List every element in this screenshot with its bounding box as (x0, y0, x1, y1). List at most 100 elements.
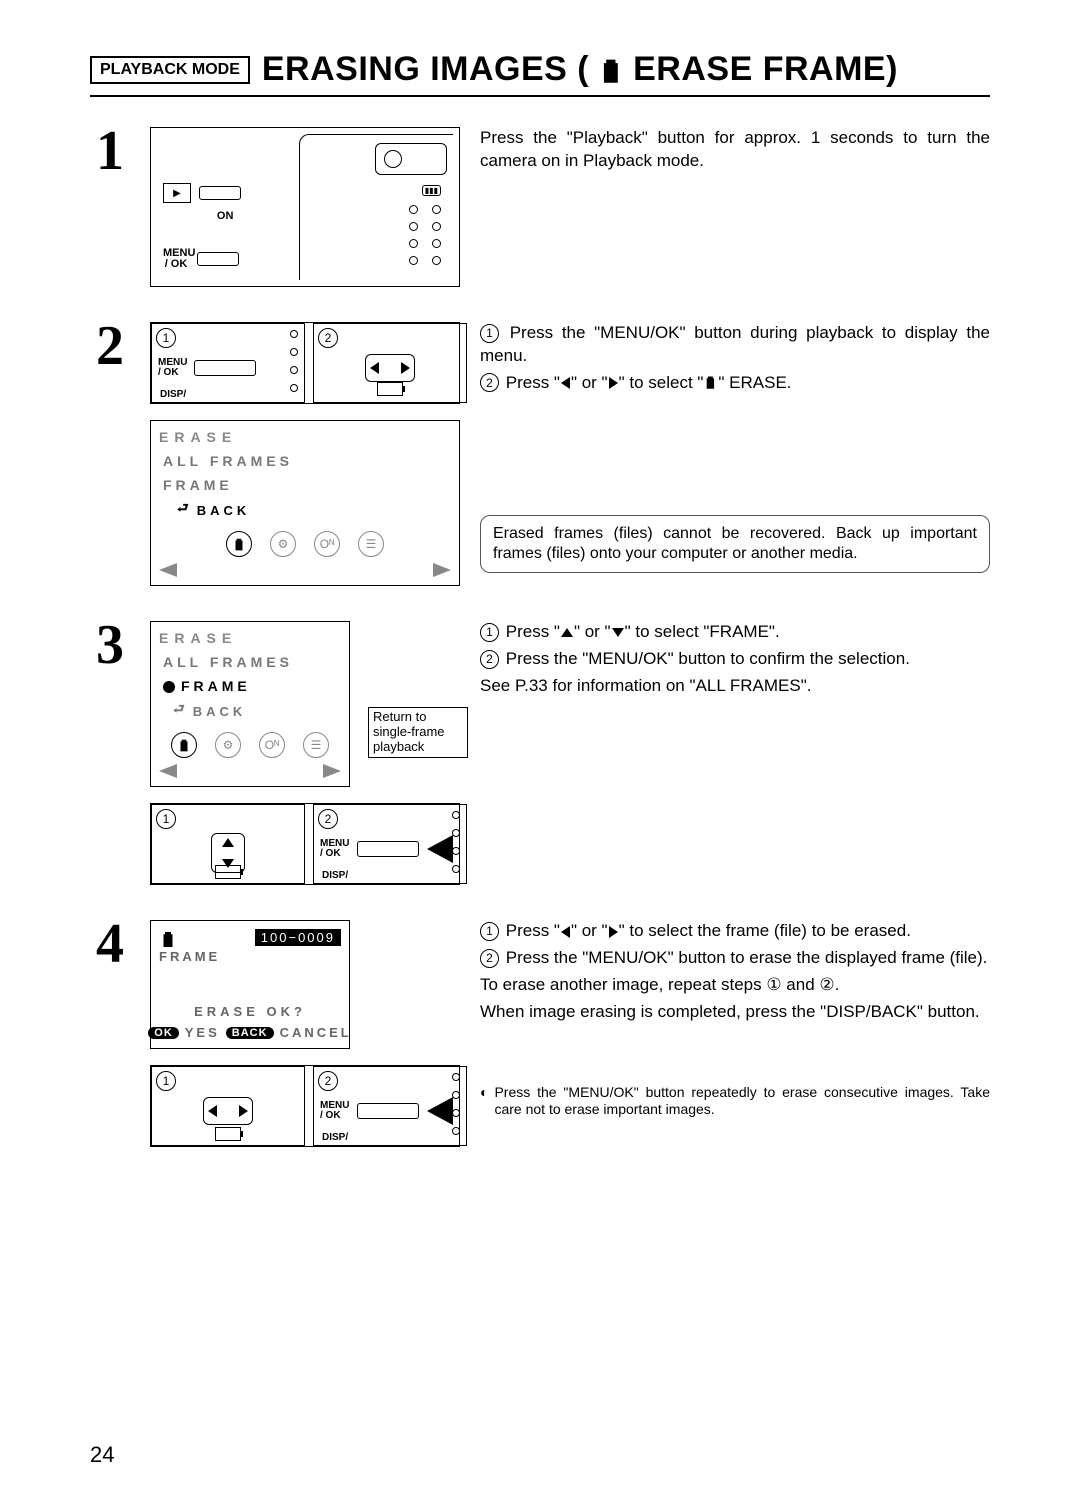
step4-line2: Press the "MENU/OK" button to erase the … (506, 948, 988, 967)
erase-confirm-screen: 100−0009 FRAME ERASE OK? OK YES BACK CAN… (150, 920, 350, 1049)
right-arrow-icon (609, 377, 618, 389)
title-bar: PLAYBACK MODE ERASING IMAGES ( ERASE FRA… (90, 50, 990, 97)
page-number: 24 (90, 1442, 114, 1468)
camera-top-diagram: ▶ ON MENU / OK (150, 127, 460, 287)
menu-option-frame: FRAME (163, 477, 451, 493)
ok-label: / OK (163, 259, 189, 270)
mode-badge: PLAYBACK MODE (90, 56, 250, 84)
step3-line2: Press the "MENU/OK" button to confirm th… (506, 649, 910, 668)
menu-option-back: ⮐ BACK (173, 499, 250, 521)
menu-icon: ☰ (303, 732, 329, 758)
step-1: 1 ▶ ON MENU / OK (90, 127, 990, 287)
file-number: 100−0009 (255, 929, 341, 946)
footnote: ◐ Press the "MENU/OK" button repeatedly … (480, 1084, 990, 1119)
manual-page: PLAYBACK MODE ERASING IMAGES ( ERASE FRA… (0, 0, 1080, 1508)
title-text-b: ERASE FRAME) (633, 50, 898, 89)
step4-line3: To erase another image, repeat steps ① a… (480, 974, 990, 997)
menu-title: ERASE (159, 429, 451, 445)
num-1-icon: 1 (480, 324, 499, 343)
menu-title: ERASE (159, 630, 341, 646)
trash-icon (597, 55, 625, 85)
step-4: 4 100−0009 FRAME ERASE OK? OK YES BACK (90, 920, 990, 1147)
menu-option-frame-selected: FRAME (163, 678, 341, 694)
menu-icon: ⚙ (215, 732, 241, 758)
ok-pill: OK (148, 1027, 179, 1039)
step-number: 3 (90, 617, 130, 673)
nav-right-icon (323, 764, 341, 778)
menu-icon: ⚙ (270, 531, 296, 557)
nav-right-icon (433, 563, 451, 577)
warning-box: Erased frames (files) cannot be recovere… (480, 515, 990, 573)
disp-label: DISP/ (322, 871, 348, 881)
back-callout: Return to single-frame playback (368, 707, 468, 758)
trash-icon (159, 929, 177, 949)
back-pill: BACK (226, 1027, 274, 1039)
up-arrow-icon (561, 628, 573, 637)
page-title: ERASING IMAGES ( ERASE FRAME) (262, 50, 898, 89)
left-arrow-icon (561, 377, 570, 389)
disp-label: DISP/ (322, 1133, 348, 1143)
callout-2: 2 (318, 1071, 338, 1091)
step-3: 3 ERASE ALL FRAMES FRAME ⮐BACK ⚙ (90, 621, 990, 885)
step-text: 1 Press "" or "" to select the frame (fi… (480, 920, 990, 1119)
step-number: 1 (90, 123, 130, 179)
menu-option-back: ⮐BACK (173, 700, 254, 722)
menu-ok-button (357, 1103, 419, 1119)
disp-label: DISP/ (160, 390, 186, 400)
step-number: 4 (90, 916, 130, 972)
trash-icon (226, 531, 252, 557)
camera-back-diagram: 1 2 MENU (150, 803, 460, 885)
step4-line4: When image erasing is completed, press t… (480, 1001, 990, 1024)
menu-icon: Oᴺ (314, 531, 340, 557)
step-text: Press the "Playback" button for approx. … (480, 127, 990, 177)
menu-ok-button (357, 841, 419, 857)
play-icon: ▶ (163, 183, 191, 203)
note-text: Press the "MENU/OK" button repeatedly to… (494, 1084, 990, 1119)
trash-icon (171, 732, 197, 758)
nav-left-icon (159, 563, 177, 577)
left-arrow-icon (561, 926, 570, 938)
dpad-icon (365, 354, 415, 382)
step-diagram: ERASE ALL FRAMES FRAME ⮐BACK ⚙ Oᴺ ☰ (150, 621, 460, 885)
title-text-a: ERASING IMAGES ( (262, 50, 589, 89)
menu-option-all: ALL FRAMES (163, 453, 451, 469)
down-arrow-icon (612, 628, 624, 637)
step-diagram: ▶ ON MENU / OK (150, 127, 460, 287)
num-2-icon: 2 (480, 949, 499, 968)
callout-1: 1 (156, 1071, 176, 1091)
callout-1: 1 (156, 328, 176, 348)
press-arrow-icon (427, 835, 453, 863)
camera-back-diagram: 1 2 MENU (150, 1065, 460, 1147)
step-text: 1 Press "" or "" to select "FRAME". 2 Pr… (480, 621, 990, 702)
menu-icon: Oᴺ (259, 732, 285, 758)
battery-icon (215, 1127, 241, 1141)
press-arrow-icon (427, 1097, 453, 1125)
trash-icon (703, 374, 718, 390)
menu-ok-button (194, 360, 256, 376)
callout-2: 2 (318, 809, 338, 829)
step-diagram: 100−0009 FRAME ERASE OK? OK YES BACK CAN… (150, 920, 460, 1147)
menu-option-all: ALL FRAMES (163, 654, 341, 670)
callout-1: 1 (156, 809, 176, 829)
step-number: 2 (90, 318, 130, 374)
playback-button (199, 186, 241, 200)
battery-icon (215, 865, 241, 879)
step-text: 1 Press the "MENU/OK" button during play… (480, 322, 990, 573)
step3-line3: See P.33 for information on "ALL FRAMES"… (480, 675, 990, 698)
num-1-icon: 1 (480, 922, 499, 941)
frame-label: FRAME (159, 949, 341, 964)
num-1-icon: 1 (480, 623, 499, 642)
battery-icon (377, 382, 403, 396)
on-label: ON (163, 211, 287, 222)
steps-container: 1 ▶ ON MENU / OK (90, 127, 990, 1147)
erase-ok-prompt: ERASE OK? (159, 1004, 341, 1019)
num-2-icon: 2 (480, 650, 499, 669)
num-2-icon: 2 (480, 373, 499, 392)
step1-text: Press the "Playback" button for approx. … (480, 127, 990, 173)
right-arrow-icon (609, 926, 618, 938)
yes-label: YES (185, 1025, 220, 1040)
step-2: 2 1 MENU / OK D (90, 322, 990, 586)
lens-icon (375, 143, 447, 175)
note-bullet-icon: ◐ (480, 1084, 488, 1119)
battery-icon: ▮▮▮ (422, 185, 441, 196)
